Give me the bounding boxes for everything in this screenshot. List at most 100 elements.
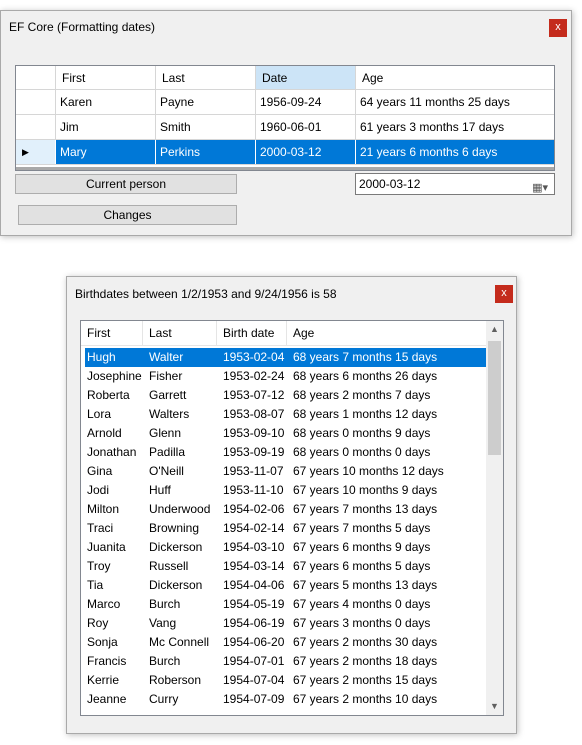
cell-last: Padilla (149, 445, 186, 459)
cell-age: 68 years 6 months 26 days (293, 369, 438, 383)
list-item[interactable]: Sonja Mc Connell 1954-06-20 67 years 2 mont… (85, 633, 487, 652)
calendar-icon[interactable]: ▦▾ (532, 178, 548, 198)
cell-birth-date: 1954-04-06 (223, 578, 285, 592)
chevron-up-icon[interactable]: ▲ (486, 321, 503, 338)
cell-first: Jonathan (87, 445, 137, 459)
cell-date[interactable]: 1956-09-24 (256, 90, 356, 114)
cell-last[interactable]: Payne (156, 90, 256, 114)
cell-age: 67 years 2 months 18 days (293, 654, 438, 668)
cell-birth-date: 1954-02-06 (223, 502, 285, 516)
cell-age: 67 years 4 months 0 days (293, 597, 431, 611)
list-item[interactable] (85, 709, 487, 715)
list-item[interactable]: Marco Burch 1954-05-19 67 years 4 months 0 … (85, 595, 487, 614)
list-item[interactable]: Gina O'Neill 1953-11-07 67 years 10 months … (85, 462, 487, 481)
column-header-birth-date[interactable]: Birth date (217, 321, 287, 346)
list-item[interactable]: Roberta Garrett 1953-07-12 68 years 2 month… (85, 386, 487, 405)
cell-birth-date: 1953-09-19 (223, 445, 285, 459)
close-button[interactable]: x (495, 285, 513, 303)
list-item[interactable]: Francis Burch 1954-07-01 67 years 2 months … (85, 652, 487, 671)
cell-age: 68 years 2 months 7 days (293, 388, 431, 402)
cell-last: Russell (149, 559, 189, 573)
cell-first: Hugh (87, 350, 116, 364)
cell-age: 67 years 7 months 13 days (293, 502, 438, 516)
birthdates-list[interactable]: First Last Birth date Age Hugh Walter 1953… (80, 320, 504, 716)
cell-last: Huff (149, 483, 171, 497)
list-item[interactable]: Roy Vang 1954-06-19 67 years 3 months 0 day… (85, 614, 487, 633)
current-person-button[interactable]: Current person (15, 174, 237, 194)
cell-first: Roberta (87, 388, 130, 402)
date-picker[interactable]: 2000-03-12 ▦▾ (355, 173, 555, 195)
cell-first[interactable]: Karen (56, 90, 156, 114)
list-item[interactable]: Juanita Dickerson 1954-03-10 67 years 6 mon… (85, 538, 487, 557)
list-item[interactable]: Tia Dickerson 1954-04-06 67 years 5 months … (85, 576, 487, 595)
row-header[interactable] (16, 115, 56, 139)
cell-first[interactable]: Jim (56, 115, 156, 139)
vertical-scrollbar[interactable]: ▲ ▼ (486, 321, 503, 715)
list-header: First Last Birth date Age (81, 321, 503, 346)
close-button[interactable]: x (549, 19, 567, 37)
list-item[interactable]: Arnold Glenn 1953-09-10 68 years 0 months 9… (85, 424, 487, 443)
cell-age[interactable]: 21 years 6 months 6 days (356, 140, 554, 164)
list-item[interactable]: Lora Walters 1953-08-07 68 years 1 months 1… (85, 405, 487, 424)
cell-birth-date: 1954-07-04 (223, 673, 285, 687)
scroll-thumb[interactable] (488, 341, 501, 455)
title-bar[interactable]: Birthdates between 1/2/1953 and 9/24/195… (67, 277, 516, 309)
cell-last: Underwood (149, 502, 211, 516)
cell-birth-date: 1953-08-07 (223, 407, 285, 421)
row-header-corner (16, 66, 56, 89)
cell-first: Francis (87, 654, 127, 668)
cell-age: 68 years 1 months 12 days (293, 407, 438, 421)
cell-last: Glenn (149, 426, 182, 440)
column-header-last[interactable]: Last (143, 321, 217, 346)
list-item[interactable]: Josephine Fisher 1953-02-24 68 years 6 mont… (85, 367, 487, 386)
cell-date[interactable]: 2000-03-12 (256, 140, 356, 164)
cell-birth-date: 1954-06-19 (223, 616, 285, 630)
cell-birth-date: 1954-07-09 (223, 692, 285, 706)
cell-first: Jeanne (87, 692, 127, 706)
cell-first: Marco (87, 597, 121, 611)
column-header-first[interactable]: First (81, 321, 143, 346)
cell-birth-date: 1954-03-10 (223, 540, 285, 554)
people-grid[interactable]: First Last Date Age Karen Payne 1956-09-… (15, 65, 555, 171)
list-item[interactable]: Jodi Huff 1953-11-10 67 years 10 months 9 d… (85, 481, 487, 500)
column-header-date[interactable]: Date (256, 66, 356, 89)
list-item[interactable]: Milton Underwood 1954-02-06 67 years 7 mont… (85, 500, 487, 519)
chevron-down-icon[interactable]: ▼ (486, 698, 503, 715)
list-item[interactable]: Jonathan Padilla 1953-09-19 68 years 0 mont… (85, 443, 487, 462)
cell-age[interactable]: 64 years 11 months 25 days (356, 90, 554, 114)
list-item[interactable]: Kerrie Roberson 1954-07-04 67 years 2 month… (85, 671, 487, 690)
grid-row[interactable]: Karen Payne 1956-09-24 64 years 11 month… (16, 90, 554, 115)
cell-first: Tia (87, 578, 104, 592)
list-item[interactable]: Traci Browning 1954-02-14 67 years 7 months… (85, 519, 487, 538)
column-header-last[interactable]: Last (156, 66, 256, 89)
row-header-current[interactable]: ▶ (16, 140, 56, 164)
cell-last: Vang (149, 616, 177, 630)
cell-first: Traci (87, 521, 114, 535)
cell-age: 67 years 10 months 9 days (293, 483, 438, 497)
cell-first[interactable]: Mary (56, 140, 156, 164)
column-header-first[interactable]: First (56, 66, 156, 89)
cell-last: Burch (149, 597, 181, 611)
cell-age[interactable]: 61 years 3 months 17 days (356, 115, 554, 139)
changes-button[interactable]: Changes (18, 205, 237, 225)
cell-first: Sonja (87, 635, 118, 649)
column-header-age[interactable]: Age (356, 66, 554, 89)
cell-first: Troy (87, 559, 111, 573)
cell-date[interactable]: 1960-06-01 (256, 115, 356, 139)
cell-first: Lora (87, 407, 112, 421)
list-item[interactable]: Troy Russell 1954-03-14 67 years 6 months 5… (85, 557, 487, 576)
cell-birth-date: 1954-07-01 (223, 654, 285, 668)
column-header-age[interactable]: Age (287, 321, 487, 346)
cell-age: 67 years 5 months 13 days (293, 578, 438, 592)
grid-row-selected[interactable]: ▶ Mary Perkins 2000-03-12 21 years 6 mon… (16, 140, 554, 165)
cell-age: 67 years 3 months 0 days (293, 616, 431, 630)
grid-row[interactable]: Jim Smith 1960-06-01 61 years 3 months 1… (16, 115, 554, 140)
cell-last[interactable]: Perkins (156, 140, 256, 164)
title-bar[interactable]: EF Core (Formatting dates) x (1, 11, 571, 41)
cell-first: Arnold (87, 426, 122, 440)
cell-birth-date: 1954-06-20 (223, 635, 285, 649)
list-item-selected[interactable]: Hugh Walter 1953-02-04 68 years 7 months 15… (85, 348, 487, 367)
cell-last[interactable]: Smith (156, 115, 256, 139)
list-item[interactable]: Jeanne Curry 1954-07-09 67 years 2 months 1… (85, 690, 487, 709)
row-header[interactable] (16, 90, 56, 114)
